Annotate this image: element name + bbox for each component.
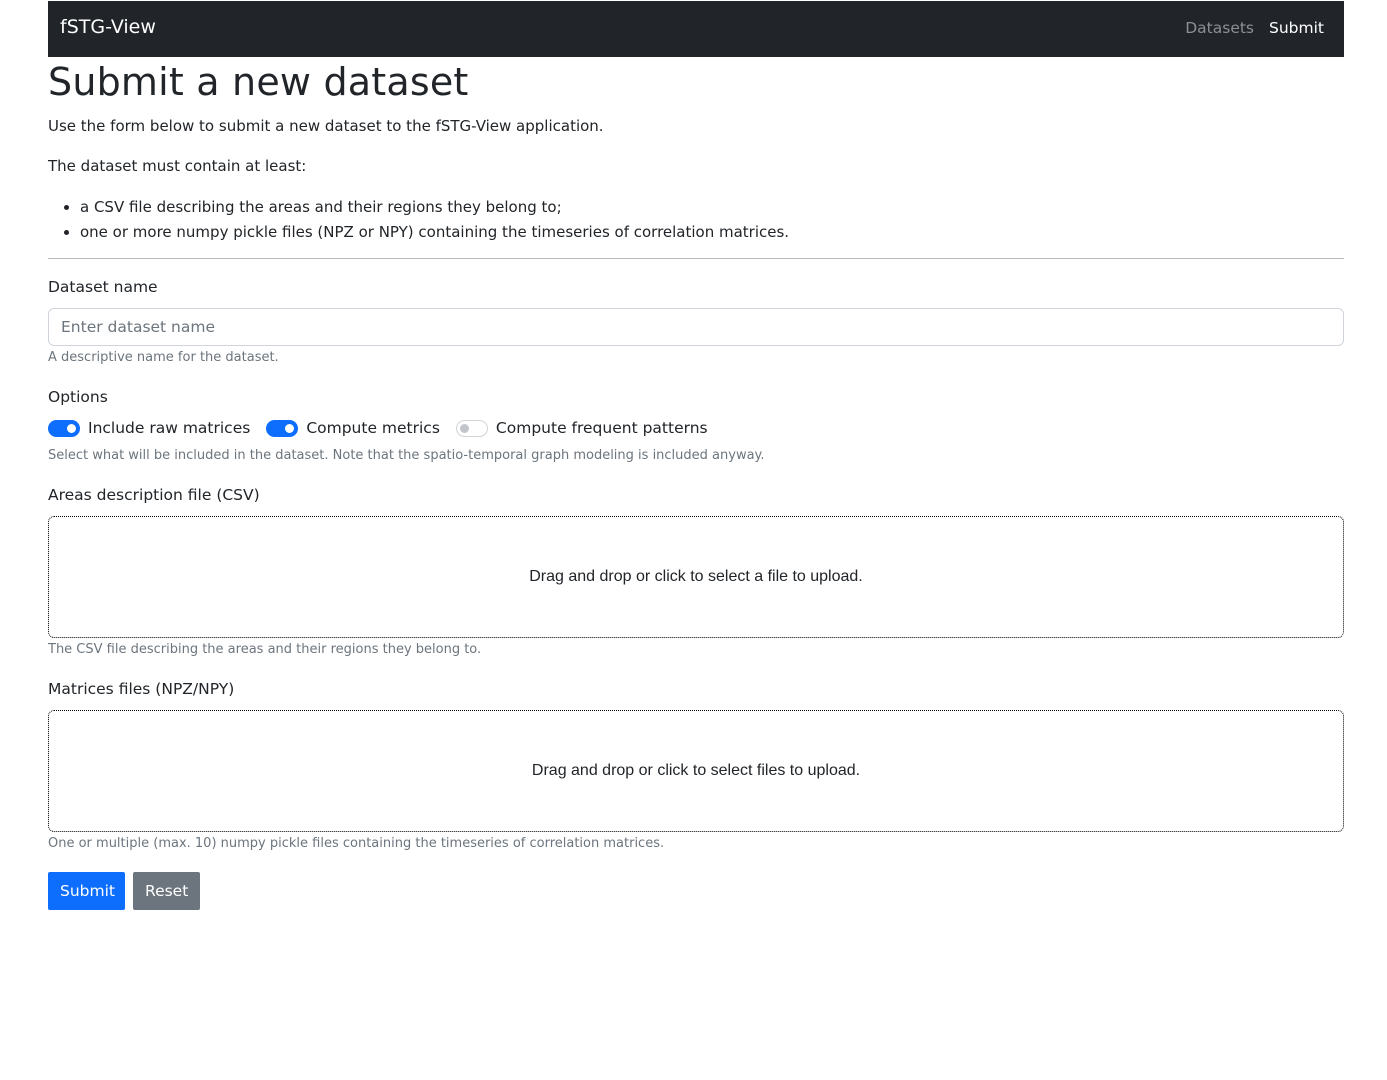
options-help: Select what will be included in the data…	[48, 448, 765, 463]
switch-label: Compute frequent patterns	[495, 419, 708, 437]
nav-datasets-link[interactable]: Datasets	[1185, 19, 1254, 37]
toggle-compute-metrics[interactable]	[266, 419, 299, 437]
page-title: Submit a new dataset	[48, 60, 469, 104]
options-switches: Include raw matrices Compute metrics Com…	[48, 419, 724, 437]
toggle-include-raw-matrices[interactable]	[48, 419, 80, 437]
divider	[48, 258, 1344, 259]
reset-button[interactable]: Reset	[133, 872, 200, 910]
navbar: fSTG-View Datasets Submit	[48, 1, 1344, 57]
dataset-name-label: Dataset name	[48, 278, 158, 296]
options-label: Options	[48, 388, 108, 406]
dataset-name-help: A descriptive name for the dataset.	[48, 350, 279, 365]
switch-label: Include raw matrices	[88, 419, 251, 437]
areas-file-label: Areas description file (CSV)	[48, 486, 260, 504]
switch-compute-metrics[interactable]: Compute metrics	[266, 419, 440, 437]
matrices-files-help: One or multiple (max. 10) numpy pickle f…	[48, 836, 665, 851]
page-container: fSTG-View Datasets Submit Submit a new d…	[48, 1, 1344, 910]
nav-submit-link[interactable]: Submit	[1269, 19, 1324, 37]
matrices-files-label: Matrices files (NPZ/NPY)	[48, 680, 235, 698]
nav-links: Datasets Submit	[1185, 19, 1324, 37]
dropzone-text: Drag and drop or click to select files t…	[531, 762, 861, 779]
brand-link[interactable]: fSTG-View	[60, 16, 156, 38]
switch-include-raw-matrices[interactable]: Include raw matrices	[48, 419, 250, 437]
submit-button[interactable]: Submit	[48, 872, 125, 910]
requirement-item: one or more numpy pickle files (NPZ or N…	[80, 220, 789, 245]
matrices-files-dropzone[interactable]: Drag and drop or click to select files t…	[48, 710, 1344, 832]
dataset-name-input[interactable]	[48, 308, 1344, 346]
areas-file-help: The CSV file describing the areas and th…	[48, 642, 482, 657]
requirement-item: a CSV file describing the areas and thei…	[80, 195, 789, 220]
switch-label: Compute metrics	[306, 419, 440, 437]
toggle-compute-frequent-patterns[interactable]	[455, 419, 488, 437]
areas-file-dropzone[interactable]: Drag and drop or click to select a file …	[48, 516, 1344, 638]
dropzone-text: Drag and drop or click to select a file …	[529, 568, 863, 585]
intro-text: Use the form below to submit a new datas…	[48, 117, 604, 135]
requirements-intro: The dataset must contain at least:	[48, 157, 307, 175]
requirements-list: a CSV file describing the areas and thei…	[48, 195, 789, 245]
switch-compute-frequent-patterns[interactable]: Compute frequent patterns	[455, 419, 708, 437]
